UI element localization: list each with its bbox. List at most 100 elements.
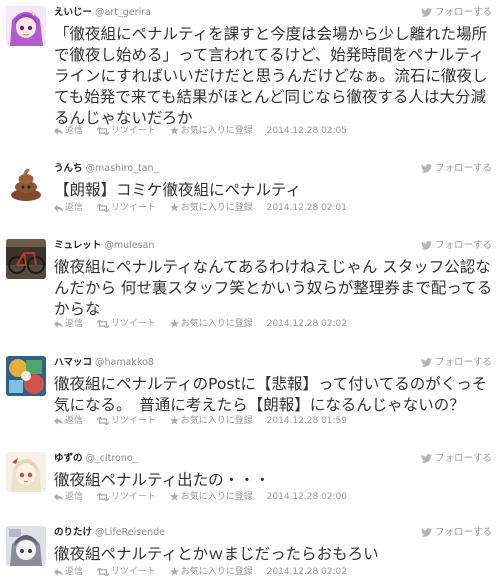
tweet-text-line: 徹夜組にペナルティのPostに【悲報】って付いてるのがくっそ (54, 375, 488, 393)
user-name[interactable]: うんち (54, 163, 83, 174)
twitter-bird-icon (421, 528, 432, 537)
twitter-bird-icon (421, 8, 432, 17)
star-icon (169, 319, 179, 328)
favorite-button[interactable]: お気に入りに登録 (169, 202, 253, 214)
twitter-bird-icon (421, 164, 432, 173)
tweet-actions: 返信 リツイート お気に入りに登録 2014.12.28 02:05 (54, 125, 347, 137)
tweet: えいじー @art_gerira フォローする 「徹夜組にペナルティを課すと今度は… (0, 6, 500, 141)
follow-button[interactable]: フォローする (421, 162, 492, 176)
user-handle[interactable]: @hamakko8 (95, 357, 154, 368)
retweet-button[interactable]: リツイート (96, 415, 156, 427)
favorite-button[interactable]: お気に入りに登録 (169, 318, 253, 330)
reply-icon (54, 568, 63, 576)
twitter-bird-icon (421, 358, 432, 367)
star-icon (169, 126, 179, 135)
retweet-icon (96, 126, 110, 136)
user-name[interactable]: えいじー (54, 7, 92, 18)
favorite-button[interactable]: お気に入りに登録 (169, 491, 253, 503)
poop-avatar[interactable] (6, 162, 46, 202)
user-handle[interactable]: @mulesan (104, 240, 154, 251)
star-icon (169, 567, 179, 576)
follow-button[interactable]: フォローする (421, 526, 492, 540)
tweet-actions: 返信 リツイート お気に入りに登録 2014.12.28 01:59 (54, 415, 347, 427)
star-icon (169, 492, 179, 501)
tweet-text: 徹夜組ペナルティ出たの・・・ (54, 470, 494, 491)
tweet-text: 徹夜組にペナルティのPostに【悲報】って付いてるのがくっそ 気になる。 普通に… (54, 374, 494, 416)
tweet-actions: 返信 リツイート お気に入りに登録 2014.12.28 02:00 (54, 491, 347, 503)
tweet-text-line: 徹夜組ペナルティとかｗまじだったらおもろい (54, 545, 379, 563)
timestamp[interactable]: 2014.12.28 01:59 (267, 416, 347, 426)
tweet-text-line: ラインにすればいいだけだと思うんだけどなぁ。流石に徹夜し (54, 67, 488, 85)
reply-button[interactable]: 返信 (54, 566, 83, 578)
reply-button[interactable]: 返信 (54, 491, 83, 503)
tweet-text: 「徹夜組にペナルティを課すと今度は会場から少し離れた場所 で徹夜し始める」って言… (54, 24, 494, 129)
tweet-text-line: からな (54, 300, 101, 318)
twitter-bird-icon (421, 241, 432, 250)
retweet-icon (96, 416, 110, 426)
user-name[interactable]: ハマッコ (54, 357, 92, 368)
tweet-text: 【朗報】コミケ徹夜組にペナルティ (54, 180, 494, 201)
user-handle[interactable]: @art_gerira (95, 7, 151, 18)
retweet-button[interactable]: リツイート (96, 202, 156, 214)
tweet-header: ゆずの @_citrono_ (54, 452, 137, 466)
user-name[interactable]: のりたけ (54, 527, 92, 538)
retweet-icon (96, 492, 110, 502)
follow-button[interactable]: フォローする (421, 452, 492, 466)
retweet-button[interactable]: リツイート (96, 318, 156, 330)
reply-button[interactable]: 返信 (54, 318, 83, 330)
follow-button[interactable]: フォローする (421, 356, 492, 370)
reply-icon (54, 417, 63, 425)
tweet-header: のりたけ @LifeReisende (54, 526, 165, 540)
reply-button[interactable]: 返信 (54, 202, 83, 214)
tweet-text-line: 【朗報】コミケ徹夜組にペナルティ (54, 181, 302, 199)
tweet-header: うんち @mashiro_tan_ (54, 162, 158, 176)
tweet: うんち @mashiro_tan_ フォローする 【朗報】コミケ徹夜組にペナルティ… (0, 162, 500, 217)
tweet-actions: 返信 リツイート お気に入りに登録 2014.12.28 02:02 (54, 566, 347, 578)
tweet-text-line: ても始発で来ても結果がほとんど同じなら徹夜する人は大分減 (54, 88, 486, 106)
retweet-icon (96, 203, 110, 213)
reply-icon (54, 127, 63, 135)
star-icon (169, 416, 179, 425)
timestamp[interactable]: 2014.12.28 02:00 (267, 492, 347, 502)
tweet: のりたけ @LifeReisende フォローする 徹夜組ペナルティとかｗまじだっ… (0, 526, 500, 581)
user-handle[interactable]: @mashiro_tan_ (86, 163, 159, 174)
tweet-text: 徹夜組にペナルティなんてあるわけねえじゃん スタッフ公認な んだから 何せ裏スタ… (54, 257, 494, 320)
tweet-text-line: 「徹夜組にペナルティを課すと今度は会場から少し離れた場所 (54, 25, 488, 43)
tweet-text-line: 徹夜組ペナルティ出たの・・・ (54, 471, 271, 489)
retweet-button[interactable]: リツイート (96, 566, 156, 578)
favorite-button[interactable]: お気に入りに登録 (169, 415, 253, 427)
timestamp[interactable]: 2014.12.28 02:05 (267, 126, 347, 136)
user-handle[interactable]: @_citrono_ (86, 453, 138, 464)
tweet: ミュレット @mulesan フォローする 徹夜組にペナルティなんてあるわけねえじ… (0, 239, 500, 334)
star-icon (169, 203, 179, 212)
tweet-text: 徹夜組ペナルティとかｗまじだったらおもろい (54, 544, 494, 565)
user-handle[interactable]: @LifeReisende (95, 527, 165, 538)
anime-girl-avatar[interactable] (6, 6, 46, 46)
user-name[interactable]: ゆずの (54, 453, 83, 464)
favorite-button[interactable]: お気に入りに登録 (169, 125, 253, 137)
follow-button[interactable]: フォローする (421, 6, 492, 20)
reply-icon (54, 493, 63, 501)
retweet-button[interactable]: リツイート (96, 125, 156, 137)
reply-icon (54, 204, 63, 212)
timestamp[interactable]: 2014.12.28 02:02 (267, 319, 347, 329)
reply-button[interactable]: 返信 (54, 415, 83, 427)
colorful-illustration-avatar[interactable] (6, 356, 46, 396)
tweet-actions: 返信 リツイート お気に入りに登録 2014.12.28 02:01 (54, 202, 347, 214)
user-name[interactable]: ミュレット (54, 240, 101, 251)
timestamp[interactable]: 2014.12.28 02:01 (267, 203, 347, 213)
retweet-icon (96, 567, 110, 577)
tweet-actions: 返信 リツイート お気に入りに登録 2014.12.28 02:02 (54, 318, 347, 330)
tweet-text-line: で徹夜し始める」って言われてるけど、始発時間をペナルティ (54, 46, 485, 64)
anime-character-avatar[interactable] (6, 452, 46, 492)
follow-button[interactable]: フォローする (421, 239, 492, 253)
reply-button[interactable]: 返信 (54, 125, 83, 137)
timestamp[interactable]: 2014.12.28 02:02 (267, 567, 347, 577)
sketch-character-avatar[interactable] (6, 526, 46, 566)
retweet-button[interactable]: リツイート (96, 491, 156, 503)
favorite-button[interactable]: お気に入りに登録 (169, 566, 253, 578)
tweet: ゆずの @_citrono_ フォローする 徹夜組ペナルティ出たの・・・ 返信 リ… (0, 452, 500, 507)
bicycle-photo-avatar[interactable] (6, 239, 46, 279)
tweet: ハマッコ @hamakko8 フォローする 徹夜組にペナルティのPostに【悲報】… (0, 356, 500, 431)
twitter-bird-icon (421, 454, 432, 463)
